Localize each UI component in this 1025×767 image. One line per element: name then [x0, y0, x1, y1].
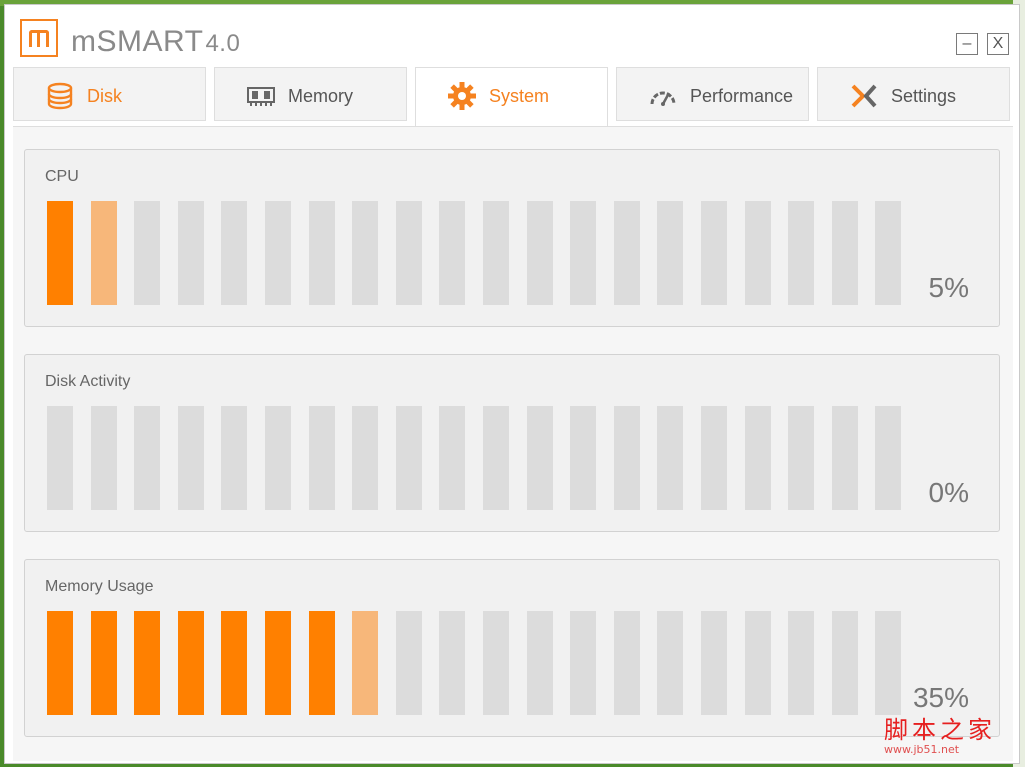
meter-bar: [526, 406, 553, 510]
meter-bar: [657, 406, 684, 510]
watermark: 脚本之家 www.jb51.net: [884, 710, 1014, 760]
minimize-button[interactable]: –: [956, 33, 978, 55]
meter-bar: [352, 611, 379, 715]
meter-bar: [613, 201, 640, 305]
meter-bar: [352, 406, 379, 510]
meter-bar: [570, 611, 597, 715]
close-button[interactable]: X: [987, 33, 1009, 55]
tab-disk[interactable]: Disk: [13, 67, 206, 121]
cpu-meter: [47, 201, 907, 305]
tab-memory[interactable]: Memory: [214, 67, 407, 121]
tab-disk-label: Disk: [87, 86, 122, 106]
meter-bar: [221, 201, 248, 305]
meter-bar: [221, 611, 248, 715]
meter-bar: [439, 611, 466, 715]
title-bar: mSMART4.0 – X: [5, 5, 1019, 67]
tab-settings[interactable]: Settings: [817, 67, 1010, 121]
meter-bar: [875, 406, 902, 510]
tab-memory-label: Memory: [288, 86, 354, 106]
meter-bar: [831, 406, 858, 510]
meter-bar: [439, 201, 466, 305]
meter-bar: [701, 406, 727, 510]
meter-bar: [265, 611, 291, 715]
meter-bar: [570, 406, 597, 510]
meter-bar: [177, 406, 204, 510]
speedometer-icon: [650, 91, 676, 106]
watermark-text: 脚本之家: [884, 716, 996, 744]
meter-bar: [483, 611, 509, 715]
meter-bar: [352, 201, 379, 305]
meter-bar: [744, 406, 771, 510]
meter-bar: [134, 406, 161, 510]
disk-activity-percent: 0%: [928, 477, 969, 508]
meter-bar: [90, 611, 117, 715]
meter-bar: [483, 406, 509, 510]
meter-bar: [47, 406, 73, 510]
meter-bar: [265, 201, 291, 305]
meter-bar: [134, 201, 161, 305]
app-logo-icon: [20, 19, 58, 57]
meter-bar: [134, 611, 161, 715]
meter-bar: [744, 201, 771, 305]
meter-bar: [875, 201, 902, 305]
meter-bar: [483, 201, 509, 305]
meter-bar: [831, 201, 858, 305]
tab-performance[interactable]: Performance: [616, 67, 809, 121]
cpu-percent: 5%: [928, 272, 969, 303]
meter-bar: [744, 611, 771, 715]
disk-activity-title: Disk Activity: [45, 373, 131, 390]
disk-activity-panel: Disk Activity 0%: [24, 354, 1000, 532]
meter-bar: [701, 611, 727, 715]
meter-bar: [47, 611, 73, 715]
app-version: 4.0: [205, 30, 241, 57]
meter-bar: [875, 611, 902, 715]
meter-bar: [526, 201, 553, 305]
meter-bar: [90, 201, 117, 305]
tab-bar: Disk Memory System Performance Settings: [13, 67, 1013, 129]
meter-bar: [613, 406, 640, 510]
system-content: CPU 5% Disk Activity 0% Memory Usage 35%: [13, 126, 1013, 761]
memory-usage-meter: [47, 611, 907, 715]
tab-settings-label: Settings: [891, 86, 957, 106]
meter-bar: [788, 406, 815, 510]
cpu-panel: CPU 5%: [24, 149, 1000, 327]
cpu-title: CPU: [45, 168, 79, 185]
meter-bar: [526, 611, 553, 715]
meter-bar: [395, 201, 422, 305]
meter-bar: [657, 201, 684, 305]
meter-bar: [265, 406, 291, 510]
tab-system[interactable]: System: [415, 67, 608, 129]
memory-usage-panel: Memory Usage 35%: [24, 559, 1000, 737]
meter-bar: [570, 201, 597, 305]
meter-bar: [395, 611, 422, 715]
meter-bar: [308, 406, 335, 510]
meter-bar: [308, 201, 335, 305]
meter-bar: [47, 201, 73, 305]
meter-bar: [221, 406, 248, 510]
database-icon: [47, 82, 73, 110]
meter-bar: [177, 611, 204, 715]
memory-chip-icon: [247, 87, 275, 106]
meter-bar: [439, 406, 466, 510]
meter-bar: [613, 611, 640, 715]
tab-system-label: System: [489, 86, 550, 106]
memory-usage-title: Memory Usage: [45, 578, 154, 595]
meter-bar: [90, 406, 117, 510]
disk-activity-meter: [47, 406, 907, 510]
settings-x-icon: [851, 84, 877, 108]
app-window: mSMART4.0 – X Disk Memory System Perform…: [4, 4, 1020, 764]
gear-icon: [448, 82, 476, 110]
meter-bar: [788, 201, 815, 305]
meter-bar: [788, 611, 815, 715]
meter-bar: [657, 611, 684, 715]
meter-bar: [177, 201, 204, 305]
app-name: mSMART: [71, 25, 204, 58]
meter-bar: [395, 406, 422, 510]
meter-bar: [831, 611, 858, 715]
meter-bar: [701, 201, 727, 305]
meter-bar: [308, 611, 335, 715]
app-title: mSMART4.0: [71, 25, 240, 59]
tab-performance-label: Performance: [690, 86, 794, 106]
